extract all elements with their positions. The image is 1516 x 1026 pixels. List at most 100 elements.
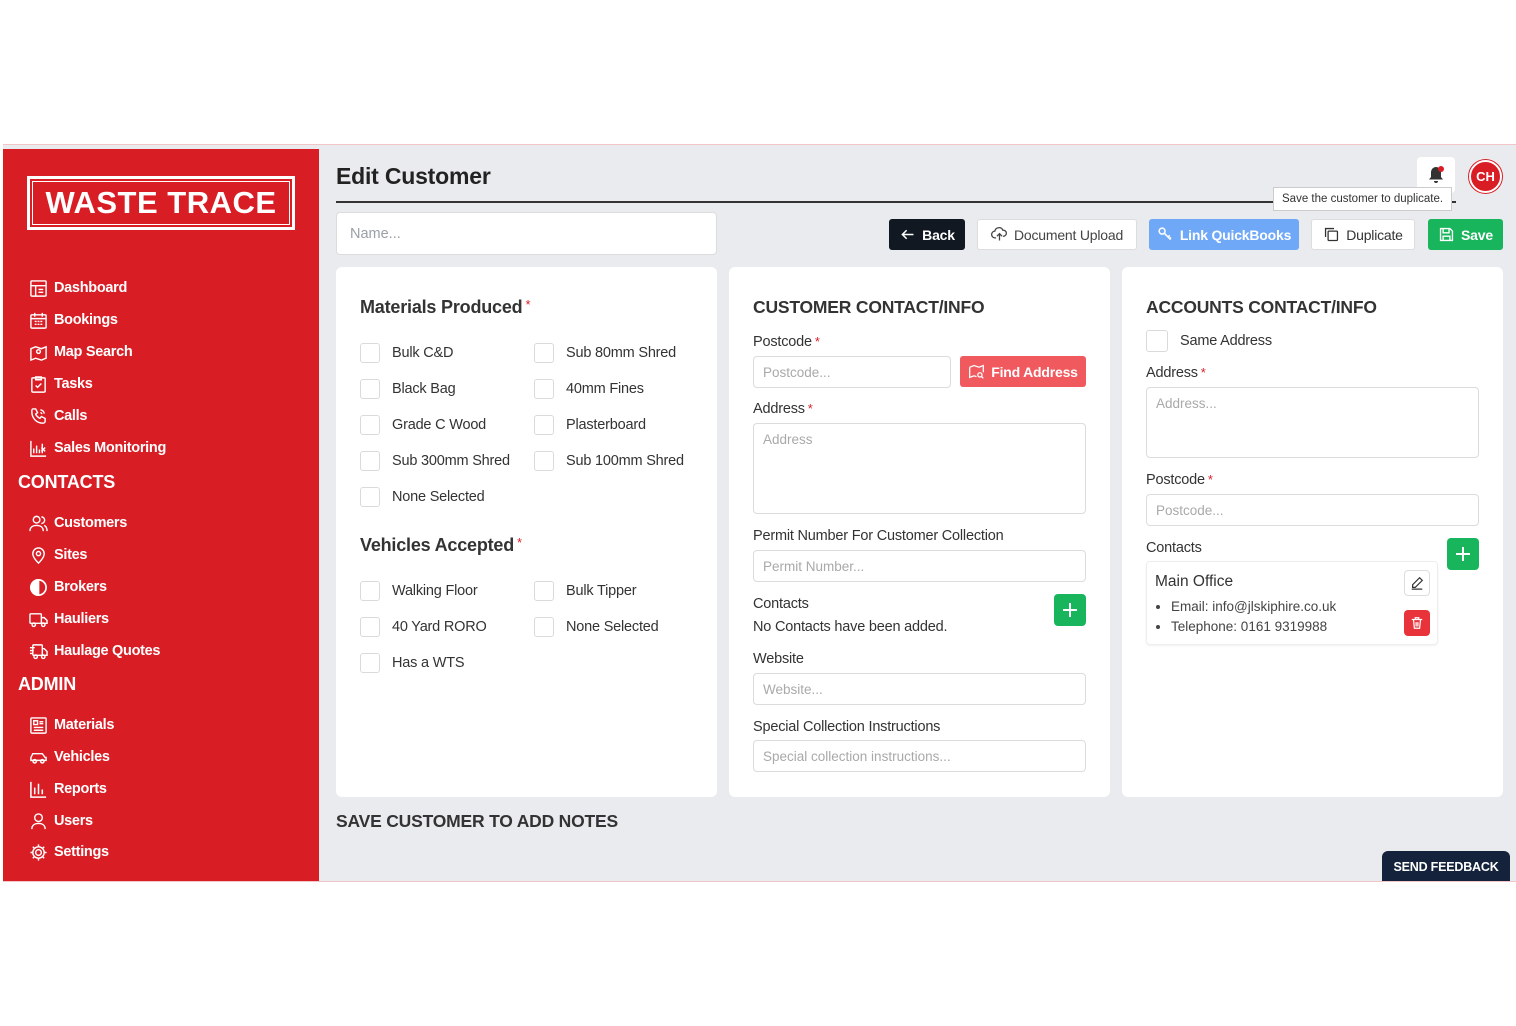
arrow-left-icon [901, 229, 914, 240]
checkbox-label: Sub 80mm Shred [566, 345, 677, 361]
material-checkbox-plasterboard[interactable]: Plasterboard [534, 415, 646, 435]
checkbox[interactable] [360, 343, 380, 363]
customer-name-input[interactable] [336, 212, 717, 255]
copy-icon [1325, 227, 1339, 242]
accounts-postcode-label-text: Postcode [1146, 472, 1205, 488]
sidebar-item-haulage-quotes[interactable]: Haulage Quotes [29, 639, 160, 663]
gear-icon [30, 843, 47, 861]
map-pin-icon [32, 546, 45, 564]
sidebar-item-reports[interactable]: Reports [29, 777, 107, 801]
sidebar-item-calls[interactable]: Calls [29, 404, 87, 428]
accounts-contacts-label: Contacts [1146, 540, 1202, 556]
add-accounts-contact-button[interactable] [1447, 538, 1479, 570]
permit-number-input[interactable] [753, 550, 1086, 582]
accounts-address-textarea[interactable] [1146, 387, 1479, 458]
sidebar-item-label: Reports [54, 781, 107, 797]
document-upload-button[interactable]: Document Upload [977, 219, 1137, 250]
sidebar-item-sales-monitoring[interactable]: Sales Monitoring [29, 436, 166, 460]
sidebar-item-map-search[interactable]: Map Search [29, 340, 133, 364]
send-feedback-button[interactable]: SEND FEEDBACK [1382, 851, 1510, 881]
trash-icon [1411, 617, 1423, 629]
required-mark: * [517, 535, 522, 550]
checkbox-label: Sub 300mm Shred [392, 453, 510, 469]
material-checkbox-none-selected[interactable]: None Selected [360, 487, 485, 507]
sidebar-item-bookings[interactable]: Bookings [29, 308, 118, 332]
sidebar-item-hauliers[interactable]: Hauliers [29, 607, 109, 631]
material-checkbox-grade-c-wood[interactable]: Grade C Wood [360, 415, 486, 435]
accounts-postcode-input[interactable] [1146, 494, 1479, 526]
checkbox[interactable] [360, 451, 380, 471]
duplicate-button[interactable]: Duplicate [1311, 219, 1415, 250]
avatar[interactable]: CH [1469, 160, 1502, 193]
checkbox[interactable] [360, 379, 380, 399]
checkbox-label: Bulk C&D [392, 345, 454, 361]
vehicle-checkbox-40-yard-roro[interactable]: 40 Yard RORO [360, 617, 487, 637]
materials-icon [30, 716, 47, 734]
material-checkbox-40mm-fines[interactable]: 40mm Fines [534, 379, 644, 399]
sidebar-item-label: Dashboard [54, 280, 128, 296]
address-textarea[interactable] [753, 423, 1086, 514]
postcode-label: Postcode * [753, 334, 820, 350]
sidebar-item-sites[interactable]: Sites [29, 543, 87, 567]
sidebar-item-customers[interactable]: Customers [29, 511, 127, 535]
save-button[interactable]: Save [1428, 219, 1503, 250]
admin-heading: ADMIN [18, 674, 76, 694]
sidebar-item-users[interactable]: Users [29, 809, 93, 833]
sidebar-item-label: Sales Monitoring [54, 440, 167, 456]
checkbox[interactable] [360, 487, 380, 507]
checkbox[interactable] [534, 581, 554, 601]
checkbox[interactable] [534, 343, 554, 363]
sidebar-item-vehicles[interactable]: Vehicles [29, 745, 110, 769]
material-checkbox-sub-80mm[interactable]: Sub 80mm Shred [534, 343, 676, 363]
users-icon [29, 515, 48, 531]
vehicle-checkbox-walking-floor[interactable]: Walking Floor [360, 581, 478, 601]
sidebar-item-brokers[interactable]: Brokers [29, 575, 107, 599]
checkbox-label: Walking Floor [392, 583, 478, 599]
find-address-button[interactable]: Find Address [960, 356, 1086, 387]
website-input[interactable] [753, 673, 1086, 705]
checkbox[interactable] [360, 653, 380, 673]
link-quickbooks-button[interactable]: Link QuickBooks [1149, 219, 1299, 250]
truck-icon [29, 612, 48, 627]
vehicle-checkbox-has-wts[interactable]: Has a WTS [360, 653, 465, 673]
checkbox[interactable] [1146, 330, 1168, 352]
checkbox[interactable] [534, 617, 554, 637]
postcode-input[interactable] [753, 356, 951, 388]
contact-card-main-office: Main Office Email: info@jlskiphire.co.uk… [1146, 561, 1438, 645]
sidebar-item-label: Hauliers [54, 611, 109, 627]
material-checkbox-black-bag[interactable]: Black Bag [360, 379, 456, 399]
vehicle-checkbox-bulk-tipper[interactable]: Bulk Tipper [534, 581, 637, 601]
car-icon [30, 752, 47, 764]
delete-contact-button[interactable] [1404, 610, 1430, 636]
checkbox-label: Has a WTS [392, 655, 465, 671]
back-button[interactable]: Back [889, 219, 965, 250]
same-address-checkbox[interactable]: Same Address [1146, 330, 1272, 352]
edit-contact-button[interactable] [1404, 570, 1430, 596]
sidebar-item-tasks[interactable]: Tasks [29, 372, 93, 396]
material-checkbox-bulk-cd[interactable]: Bulk C&D [360, 343, 453, 363]
accounts-address-label-text: Address [1146, 365, 1198, 381]
floppy-disk-icon [1439, 227, 1454, 242]
checkbox[interactable] [360, 617, 380, 637]
map-search-icon [969, 364, 985, 379]
customer-contact-card: CUSTOMER CONTACT/INFO Postcode* Find Add… [729, 267, 1110, 797]
checkbox[interactable] [534, 415, 554, 435]
material-checkbox-sub-100mm[interactable]: Sub 100mm Shred [534, 451, 684, 471]
add-contact-button[interactable] [1054, 594, 1086, 626]
checkbox-label: Black Bag [392, 381, 456, 397]
waste-trace-logo[interactable]: WASTE TRACE [27, 176, 295, 230]
vehicle-checkbox-none-selected[interactable]: None Selected [534, 617, 659, 637]
sidebar-item-settings[interactable]: Settings [29, 840, 109, 864]
sidebar-item-materials[interactable]: Materials [29, 713, 114, 737]
materials-title-text: Materials Produced [360, 297, 523, 317]
special-instructions-input[interactable] [753, 740, 1086, 772]
sidebar-item-dashboard[interactable]: Dashboard [29, 276, 127, 300]
required-mark: * [814, 334, 820, 349]
plus-icon [1063, 603, 1077, 617]
checkbox[interactable] [360, 581, 380, 601]
checkbox[interactable] [534, 379, 554, 399]
material-checkbox-sub-300mm[interactable]: Sub 300mm Shred [360, 451, 510, 471]
checkbox-label: Sub 100mm Shred [566, 453, 684, 469]
checkbox[interactable] [534, 451, 554, 471]
checkbox[interactable] [360, 415, 380, 435]
